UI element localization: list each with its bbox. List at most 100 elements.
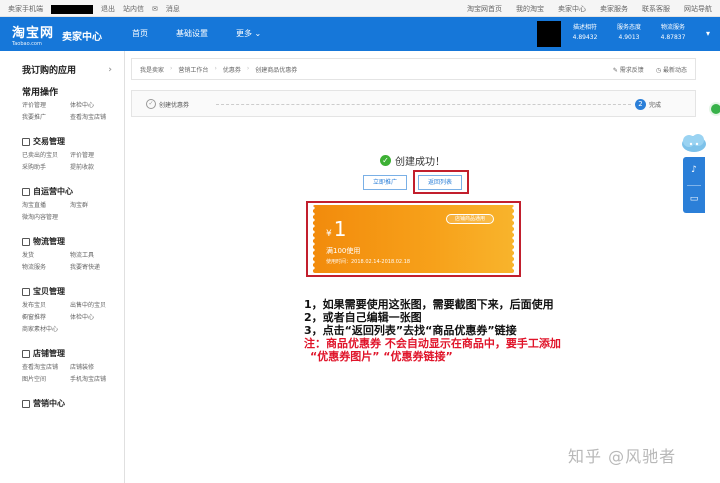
promote-now-button[interactable]: 立即推广 (363, 175, 407, 190)
back-to-list-button[interactable]: 返回列表 (418, 175, 462, 190)
sidebar-item[interactable]: 我要推广 (22, 112, 70, 121)
truck-icon (22, 237, 30, 246)
sidebar-item[interactable]: 图片空间 (22, 374, 70, 383)
nav-more-label: 更多 (236, 29, 252, 38)
sidebar-item[interactable]: 采购助手 (22, 162, 70, 171)
rating-value: 4.9013 (618, 34, 640, 41)
seller-center-link[interactable]: 卖家中心 (558, 4, 586, 14)
sidebar-item[interactable]: 淘宝群 (70, 200, 118, 209)
nav-basic-settings[interactable]: 基础设置 (162, 17, 222, 51)
sidebar-section-label: 物流管理 (33, 237, 65, 246)
sidebar: 我订购的应用 › 常用操作 评价管理 体检中心 我要推广 查看淘宝店铺 交易管理… (0, 51, 125, 483)
sidebar-section-head[interactable]: 交易管理 (22, 135, 124, 148)
sidebar-item[interactable]: 店铺装修 (70, 362, 118, 371)
sidebar-item[interactable]: 手机淘宝店铺 (70, 374, 118, 383)
breadcrumb-item[interactable]: 优惠券 (223, 65, 241, 74)
step-divider (216, 104, 631, 105)
breadcrumb-actions: ✎ 需求反馈 ◷ 最新动态 (613, 65, 687, 74)
sidebar-section-head[interactable]: 营销中心 (22, 397, 124, 410)
top-bar: 卖家手机端 退出 站内信 ✉ 消息 淘宝网首页 我的淘宝 卖家中心 卖家服务 联… (0, 0, 720, 17)
rating-value: 4.89432 (572, 34, 598, 41)
bell-icon[interactable]: ♪ (688, 164, 700, 176)
note-warning: 注：商品优惠券 不会自动显示在商品中，要手工添加 (304, 337, 561, 350)
step-create: ✓ 创建优惠券 (146, 99, 189, 109)
sidebar-item[interactable]: 提前收款 (70, 162, 118, 171)
my-taobao-link[interactable]: 我的淘宝 (516, 4, 544, 14)
sidebar-section-head[interactable]: 物流管理 (22, 235, 124, 248)
mobile-seller-link[interactable]: 卖家手机端 (8, 4, 43, 14)
feedback-label: 需求反馈 (619, 67, 644, 74)
sidebar-item[interactable]: 商家素材中心 (22, 324, 118, 333)
sidebar-item[interactable]: 体检中心 (70, 312, 118, 321)
chevron-right-icon: › (108, 65, 112, 75)
sidebar-item[interactable]: 评价管理 (22, 100, 70, 109)
breadcrumb: 我是卖家 › 营销工作台 › 优惠券 › 创建商品优惠券 (140, 65, 297, 74)
breadcrumb-item[interactable]: 营销工作台 (178, 65, 208, 74)
floating-toolbar: ♪ ▭ (683, 157, 705, 213)
shop-ratings: 描述相符 4.89432 服务态度 4.9013 物流服务 4.87837 (566, 23, 692, 43)
seller-service-link[interactable]: 卖家服务 (600, 4, 628, 14)
coupon-amount: ¥1 (326, 217, 346, 241)
notifications-link[interactable]: 消息 (166, 4, 180, 14)
cloud-icon[interactable] (680, 132, 708, 154)
sidebar-section-self-ops: 自运营中心 淘宝直播 淘宝群 微淘内容管理 (0, 185, 124, 221)
avatar[interactable] (537, 21, 561, 47)
sidebar-section-head[interactable]: 店铺管理 (22, 347, 124, 360)
status-dot-icon[interactable] (709, 102, 720, 116)
sidebar-item[interactable]: 查看淘宝店铺 (22, 362, 70, 371)
step-label: 创建优惠券 (159, 101, 190, 109)
note-line: 2，或者自己编辑一张图 (304, 311, 422, 324)
sidebar-item[interactable]: 微淘内容管理 (22, 212, 118, 221)
sidebar-section-label: 交易管理 (33, 137, 65, 146)
sidebar-section-head: 常用操作 (22, 88, 59, 98)
feedback-link[interactable]: ✎ 需求反馈 (613, 65, 644, 74)
sidebar-item[interactable]: 评价管理 (70, 150, 118, 159)
step-done: 2 完成 (635, 99, 661, 110)
sidebar-section-goods: 宝贝管理 发布宝贝 出售中的宝贝 橱窗推荐 体检中心 商家素材中心 (0, 285, 124, 333)
coupon-stamp: 店铺商品通用 (446, 214, 494, 224)
logo-subtext: Taobao.com (12, 41, 42, 47)
sidebar-section-head[interactable]: 宝贝管理 (22, 285, 124, 298)
rating-value: 4.87837 (660, 34, 686, 41)
sidebar-section-head[interactable]: 自运营中心 (22, 185, 124, 198)
sidebar-item[interactable]: 发布宝贝 (22, 300, 70, 309)
sidebar-title-label: 我订购的应用 (22, 66, 77, 76)
sidebar-item[interactable]: 物流服务 (22, 262, 70, 271)
sidebar-item[interactable]: 发货 (22, 250, 70, 259)
success-text: 创建成功！ (395, 157, 445, 168)
chevron-down-icon[interactable]: ▾ (706, 29, 710, 38)
sidebar-section-trade: 交易管理 已卖出的宝贝 评价管理 采购助手 提前收款 (0, 135, 124, 171)
sidebar-item[interactable]: 体检中心 (70, 100, 118, 109)
taobao-home-link[interactable]: 淘宝网首页 (467, 4, 502, 14)
coupon-condition: 满100使用 (326, 247, 361, 255)
breadcrumb-bar: 我是卖家 › 营销工作台 › 优惠券 › 创建商品优惠券 ✎ 需求反馈 ◷ 最新… (131, 58, 696, 80)
coupon-period: 使用时间：2018.02.14-2018.02.18 (326, 259, 411, 265)
sidebar-item[interactable]: 淘宝直播 (22, 200, 70, 209)
sidebar-section-label: 店铺管理 (33, 349, 65, 358)
site-nav-link[interactable]: 网站导航 (684, 4, 712, 14)
note-line: 3，点击“返回列表”去找“商品优惠券”链接 (304, 324, 517, 337)
sidebar-item[interactable]: 我要寄快递 (70, 262, 118, 271)
envelope-icon: ✉ (152, 5, 158, 13)
sidebar-item[interactable]: 已卖出的宝贝 (22, 150, 70, 159)
messages-link[interactable]: 站内信 (123, 4, 144, 14)
sidebar-item[interactable]: 橱窗推荐 (22, 312, 70, 321)
check-circle-icon: ✓ (380, 155, 391, 166)
top-bar-right: 淘宝网首页 我的淘宝 卖家中心 卖家服务 联系客服 网站导航 (467, 4, 712, 14)
toolbar-divider (687, 185, 701, 186)
breadcrumb-item[interactable]: 我是卖家 (140, 65, 164, 74)
sidebar-item[interactable]: 查看淘宝店铺 (70, 112, 118, 121)
latest-news-link[interactable]: ◷ 最新动态 (656, 65, 687, 74)
nav-home[interactable]: 首页 (118, 17, 162, 51)
taobao-logo[interactable]: 淘宝网 Taobao.com (12, 22, 56, 47)
nav-more[interactable]: 更多 ⌄ (222, 17, 275, 51)
logout-link[interactable]: 退出 (101, 4, 115, 14)
sidebar-item[interactable]: 出售中的宝贝 (70, 300, 118, 309)
latest-news-label: 最新动态 (662, 67, 687, 74)
sidebar-title[interactable]: 我订购的应用 › (0, 51, 124, 81)
check-icon: ✓ (146, 99, 156, 109)
contact-service-link[interactable]: 联系客服 (642, 4, 670, 14)
sidebar-item[interactable]: 物流工具 (70, 250, 118, 259)
rating-label: 描述相符 (572, 24, 597, 31)
chat-bubble-icon[interactable]: ▭ (688, 193, 700, 205)
